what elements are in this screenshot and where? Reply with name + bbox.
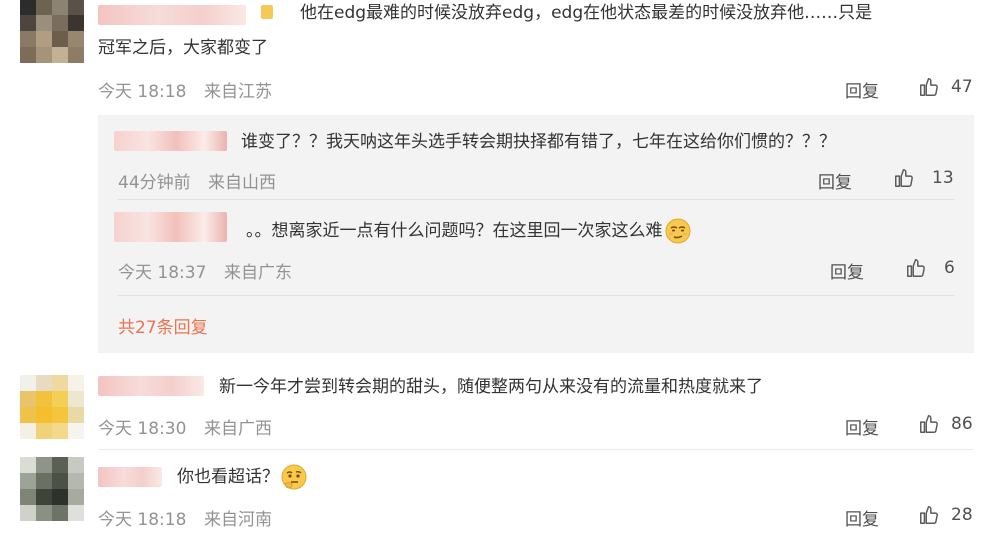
comment-text: 冠军之后，大家都变了 (98, 38, 268, 58)
like-icon[interactable] (918, 76, 940, 98)
avatar-pixel (36, 423, 52, 439)
avatar-pixel (36, 375, 52, 391)
avatar-pixel (68, 391, 84, 407)
avatar-pixel (52, 391, 68, 407)
like-count: 86 (951, 414, 973, 434)
avatar-pixel (68, 31, 84, 47)
avatar-pixel (20, 457, 36, 473)
avatar-pixel (20, 31, 36, 47)
avatar-pixel (36, 489, 52, 505)
avatar-pixel (36, 0, 52, 15)
avatar-pixel (36, 505, 52, 521)
avatar-pixel (68, 407, 84, 423)
divider (118, 295, 954, 296)
like-icon[interactable] (893, 167, 915, 189)
avatar-pixel (20, 391, 36, 407)
avatar-pixel (52, 473, 68, 489)
avatar-pixel (52, 15, 68, 31)
avatar-pixel (52, 47, 68, 63)
avatar-pixel (68, 473, 84, 489)
avatar-pixel (20, 47, 36, 63)
username[interactable] (98, 376, 204, 396)
like-icon[interactable] (918, 413, 940, 435)
comment-location: 来自江苏 (204, 82, 272, 102)
avatar-pixel (68, 375, 84, 391)
avatar-pixel (52, 407, 68, 423)
reply-location: 来自广东 (224, 263, 292, 283)
avatar-pixel (36, 31, 52, 47)
more-replies-link[interactable]: 共27条回复 (118, 313, 208, 338)
avatar-pixel (20, 423, 36, 439)
avatar-pixel (52, 489, 68, 505)
avatar-pixel (20, 473, 36, 489)
comment-time: 今天 18:30 (98, 419, 187, 439)
reply-button[interactable]: 回复 (845, 77, 879, 102)
reply-button[interactable]: 回复 (845, 505, 879, 530)
like-count: 47 (951, 77, 973, 97)
avatar-pixel (52, 0, 68, 15)
username[interactable] (114, 212, 227, 242)
avatar-pixel (68, 457, 84, 473)
username[interactable] (98, 5, 246, 25)
comment-text: 你也看超话？ (177, 460, 307, 494)
reply-button[interactable]: 回复 (845, 414, 879, 439)
avatar-pixel (20, 505, 36, 521)
avatar-pixel (68, 47, 84, 63)
avatar-pixel (52, 31, 68, 47)
reply-button[interactable]: 回复 (818, 168, 852, 193)
avatar-pixel (68, 0, 84, 15)
avatar-pixel (68, 489, 84, 505)
comment-time: 今天 18:18 (98, 510, 187, 530)
avatar-pixel (20, 407, 36, 423)
comment-location: 来自广西 (204, 419, 272, 439)
like-icon[interactable] (905, 257, 927, 279)
reply-location: 来自山西 (208, 173, 276, 193)
like-count: 6 (944, 258, 955, 278)
avatar-pixel (20, 489, 36, 505)
avatar-pixel (20, 375, 36, 391)
avatar-pixel (36, 15, 52, 31)
avatar-pixel (68, 505, 84, 521)
avatar-pixel (52, 457, 68, 473)
reply-text: 。。想离家近一点有什么问题吗？在这里回一次家这么难 (246, 214, 691, 248)
reply-time: 今天 18:37 (118, 263, 207, 283)
avatar-pixel (36, 47, 52, 63)
divider (118, 199, 954, 200)
comment-time: 今天 18:18 (98, 82, 187, 102)
member-badge-icon (261, 5, 273, 19)
comment-text-content: 你也看超话？ (177, 467, 279, 487)
avatar-pixel (36, 473, 52, 489)
avatar-pixel (68, 423, 84, 439)
reply-text: 谁变了？？我天呐这年头选手转会期抉择都有错了，七年在这给你们惯的？？？ (241, 132, 836, 152)
comment-text: 新一今年才尝到转会期的甜头，随便整两句从来没有的流量和热度就来了 (219, 377, 763, 397)
smirk-emoji-icon (665, 218, 690, 244)
reply-text-content: 。。想离家近一点有什么问题吗？在这里回一次家这么难 (246, 221, 663, 241)
avatar-pixel (36, 391, 52, 407)
avatar-pixel (52, 375, 68, 391)
avatar-pixel (52, 423, 68, 439)
avatar-pixel (36, 457, 52, 473)
divider (98, 449, 974, 450)
comment-location: 来自河南 (204, 510, 272, 530)
like-icon[interactable] (918, 504, 940, 526)
like-count: 28 (951, 505, 973, 525)
reply-time: 44分钟前 (118, 173, 191, 193)
avatar-pixel (52, 505, 68, 521)
reply-button[interactable]: 回复 (830, 258, 864, 283)
avatar-pixel (20, 15, 36, 31)
comment-text: 他在edg最难的时候没放弃edg，edg在他状态最差的时候没放弃他……只是 (300, 3, 873, 23)
avatar-pixel (20, 0, 36, 15)
username[interactable] (98, 467, 162, 487)
avatar-pixel (36, 407, 52, 423)
avatar[interactable] (20, 375, 84, 439)
avatar[interactable] (20, 0, 84, 63)
like-count: 13 (932, 168, 954, 188)
thinking-emoji-icon (281, 464, 307, 490)
username[interactable] (114, 131, 227, 151)
avatar-pixel (68, 15, 84, 31)
avatar[interactable] (20, 457, 84, 521)
